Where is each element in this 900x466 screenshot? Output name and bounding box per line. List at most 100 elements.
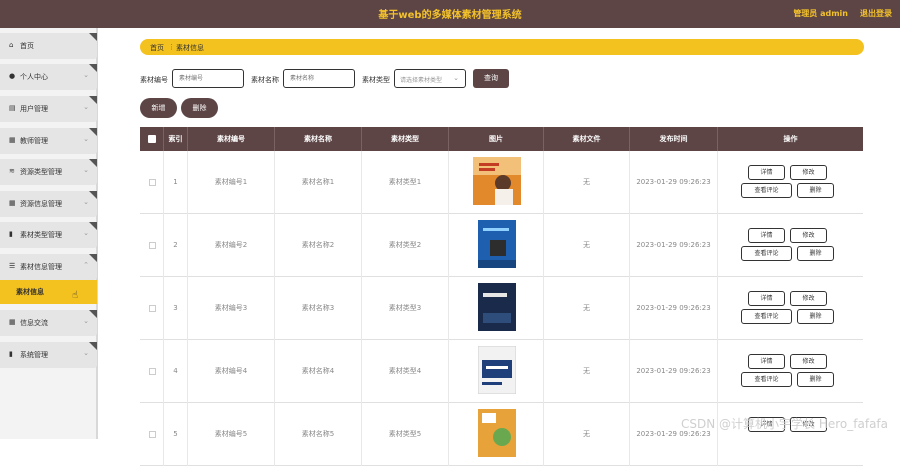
- sidebar-item-label: 资源信息管理: [20, 200, 62, 208]
- column-header: 索引: [164, 127, 188, 151]
- edit-button[interactable]: 修改: [790, 291, 827, 306]
- type-cell: 素材类型2: [362, 214, 449, 277]
- logout-link[interactable]: 退出登录: [860, 8, 892, 19]
- detail-button[interactable]: 详情: [748, 228, 785, 243]
- sidebar-item-resource-types[interactable]: ≋ 资源类型管理 ⌄: [0, 159, 97, 185]
- sidebar-item-material-types[interactable]: ▮ 素材类型管理 ⌄: [0, 222, 97, 248]
- view-comments-button[interactable]: 查看评论: [741, 183, 792, 198]
- table-row: 4 素材编号4 素材名称4 素材类型4 无 2023-01-29 09:26:2…: [140, 340, 863, 403]
- sidebar-item-messages[interactable]: ▦ 信息交流 ⌄: [0, 310, 97, 336]
- time-cell: 2023-01-29 09:26:23: [630, 277, 718, 340]
- view-comments-button[interactable]: 查看评论: [741, 309, 792, 324]
- row-select-cell: [140, 340, 164, 403]
- index-cell: 5: [164, 403, 188, 466]
- row-checkbox[interactable]: [149, 179, 156, 186]
- code-cell: 素材编号5: [188, 403, 275, 466]
- operations-cell: 详情 修改: [718, 403, 863, 466]
- corner-decoration: [89, 64, 97, 72]
- column-header: 素材类型: [362, 127, 449, 151]
- sidebar-subitem-material-info[interactable]: 素材信息 ☝: [0, 280, 97, 304]
- corner-decoration: [89, 222, 97, 230]
- breadcrumb-current: 素材信息: [176, 44, 204, 52]
- edit-button[interactable]: 修改: [790, 354, 827, 369]
- detail-button[interactable]: 详情: [748, 291, 785, 306]
- code-label: 素材编号: [140, 76, 168, 84]
- row-checkbox[interactable]: [149, 242, 156, 249]
- file-cell: 无: [544, 277, 630, 340]
- chart-icon: ▮: [9, 350, 13, 358]
- code-input[interactable]: [172, 69, 244, 88]
- current-user[interactable]: 管理员 admin: [793, 8, 848, 19]
- corner-decoration: [89, 254, 97, 262]
- column-header: 素材编号: [188, 127, 275, 151]
- type-cell: 素材类型1: [362, 151, 449, 214]
- view-comments-button[interactable]: 查看评论: [741, 372, 792, 387]
- delete-button[interactable]: 删除: [797, 183, 834, 198]
- row-select-cell: [140, 151, 164, 214]
- row-checkbox[interactable]: [149, 305, 156, 312]
- code-cell: 素材编号1: [188, 151, 275, 214]
- sidebar-item-label: 首页: [20, 42, 34, 50]
- sidebar-item-label: 素材类型管理: [20, 231, 62, 239]
- sidebar-item-resource-info[interactable]: ▦ 资源信息管理 ⌄: [0, 191, 97, 217]
- sidebar-item-label: 用户管理: [20, 105, 48, 113]
- time-cell: 2023-01-29 09:26:23: [630, 214, 718, 277]
- chevron-down-icon: ⌄: [83, 135, 89, 143]
- row-checkbox[interactable]: [149, 368, 156, 375]
- add-button[interactable]: 新增: [140, 98, 177, 118]
- row-select-cell: [140, 214, 164, 277]
- detail-button[interactable]: 详情: [748, 165, 785, 180]
- material-image: [478, 220, 516, 268]
- table-row: 3 素材编号3 素材名称3 素材类型3 无 2023-01-29 09:26:2…: [140, 277, 863, 340]
- time-cell: 2023-01-29 09:26:23: [630, 151, 718, 214]
- delete-button[interactable]: 删除: [797, 309, 834, 324]
- file-cell: 无: [544, 403, 630, 466]
- sidebar-item-teachers[interactable]: ▦ 教师管理 ⌄: [0, 128, 97, 154]
- name-cell: 素材名称3: [275, 277, 362, 340]
- delete-button[interactable]: 删除: [797, 246, 834, 261]
- breadcrumb-home[interactable]: 首页: [150, 43, 164, 53]
- layers-icon: ≋: [9, 167, 15, 175]
- bar-chart-icon: ▮: [9, 230, 13, 238]
- image-cell: [449, 277, 544, 340]
- name-label: 素材名称: [251, 76, 279, 84]
- detail-button[interactable]: 详情: [748, 354, 785, 369]
- corner-decoration: [89, 33, 97, 41]
- chevron-down-icon: ⌄: [83, 198, 89, 206]
- index-cell: 1: [164, 151, 188, 214]
- batch-delete-button[interactable]: 删除: [181, 98, 218, 118]
- edit-button[interactable]: 修改: [790, 165, 827, 180]
- sidebar-item-users[interactable]: ▤ 用户管理 ⌄: [0, 96, 97, 122]
- name-cell: 素材名称4: [275, 340, 362, 403]
- type-cell: 素材类型5: [362, 403, 449, 466]
- delete-button[interactable]: 删除: [797, 372, 834, 387]
- sidebar-item-label: 教师管理: [20, 137, 48, 145]
- sidebar-item-system[interactable]: ▮ 系统管理 ⌄: [0, 342, 97, 368]
- row-checkbox[interactable]: [149, 431, 156, 438]
- breadcrumb: 首页 ⋮ 素材信息: [140, 39, 864, 55]
- material-image: [478, 409, 516, 457]
- chevron-down-icon: ⌄: [83, 349, 89, 357]
- sidebar-item-material-info[interactable]: ☰ 素材信息管理 ⌃: [0, 254, 97, 280]
- code-cell: 素材编号3: [188, 277, 275, 340]
- chevron-down-icon: ⌄: [83, 103, 89, 111]
- image-cell: [449, 151, 544, 214]
- list-icon: ▤: [9, 104, 16, 112]
- view-comments-button[interactable]: 查看评论: [741, 246, 792, 261]
- query-button[interactable]: 查询: [473, 69, 509, 88]
- name-cell: 素材名称1: [275, 151, 362, 214]
- select-all-checkbox[interactable]: [148, 135, 156, 143]
- edit-button[interactable]: 修改: [790, 228, 827, 243]
- column-header: 图片: [449, 127, 544, 151]
- sidebar-item-label: 信息交流: [20, 319, 48, 327]
- column-header: 素材文件: [544, 127, 630, 151]
- sliders-icon: ☰: [9, 262, 16, 270]
- name-cell: 素材名称2: [275, 214, 362, 277]
- sidebar-item-personal-center[interactable]: ● 个人中心 ⌄: [0, 64, 97, 90]
- index-cell: 4: [164, 340, 188, 403]
- corner-decoration: [89, 310, 97, 318]
- name-input[interactable]: [283, 69, 355, 88]
- file-cell: 无: [544, 214, 630, 277]
- type-select[interactable]: 请选择素材类型 ⌄: [394, 69, 466, 88]
- sidebar-item-home[interactable]: ⌂ 首页: [0, 33, 97, 59]
